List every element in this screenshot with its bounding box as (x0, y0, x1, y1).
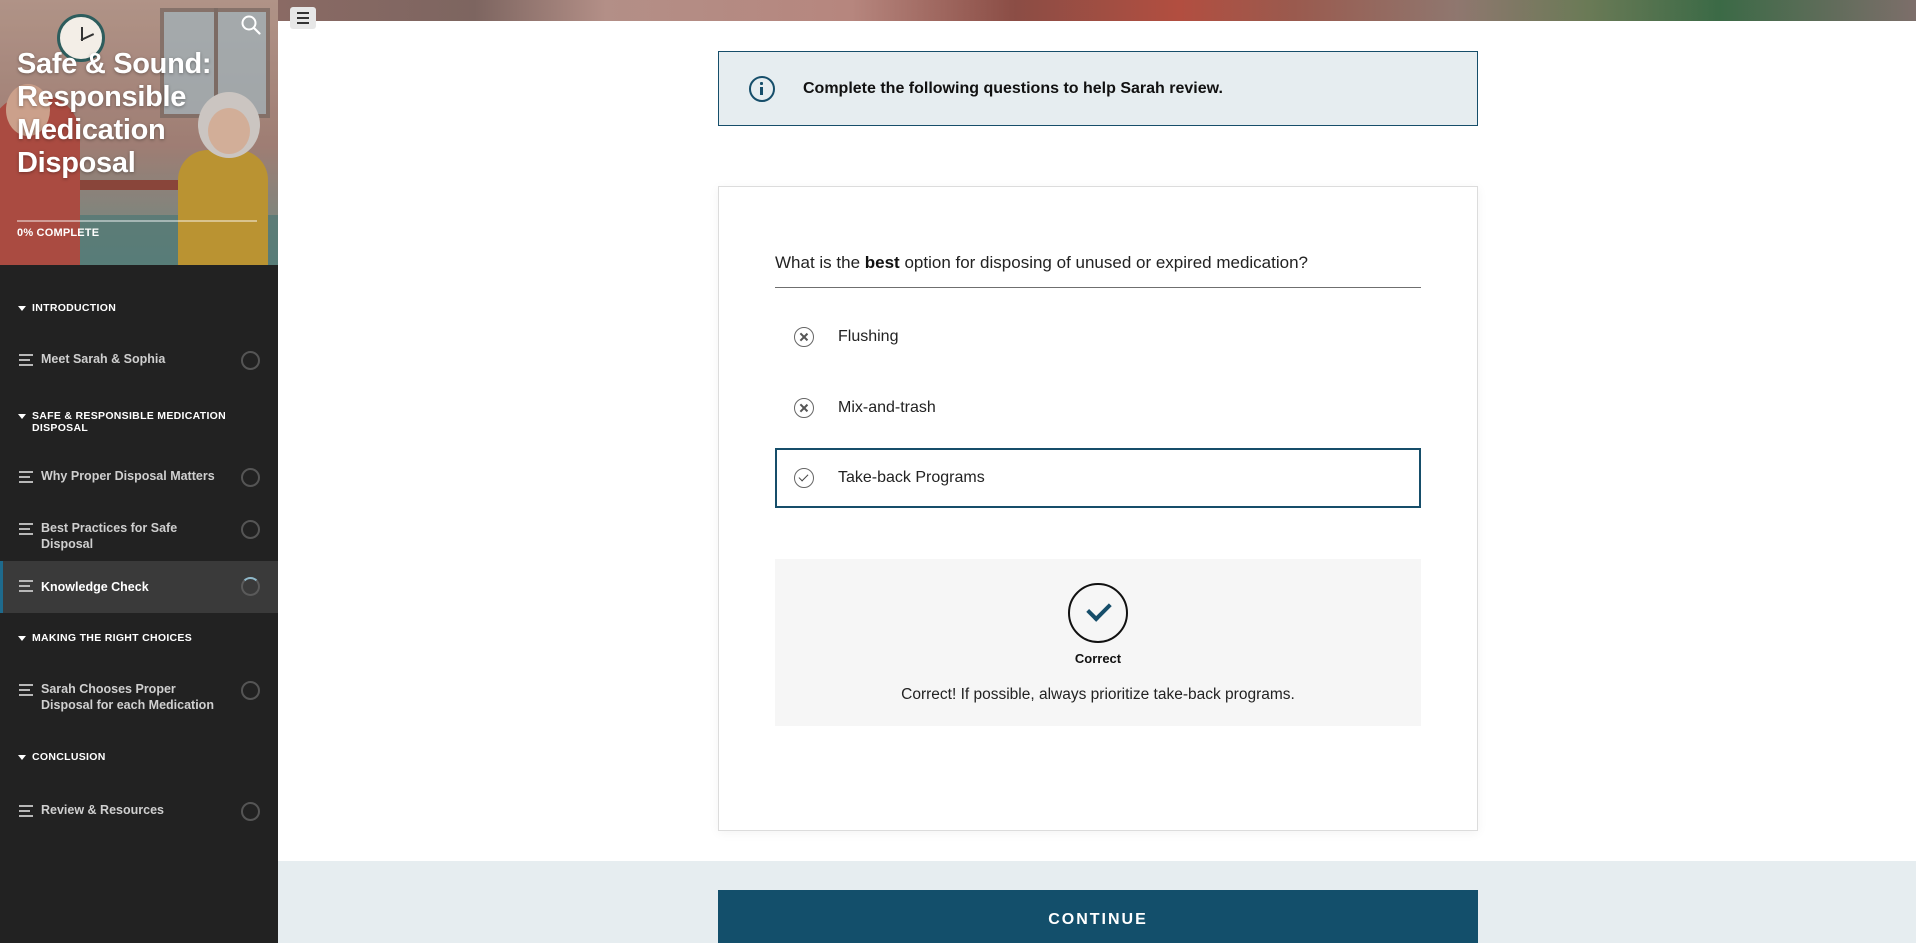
option-label: Take-back Programs (838, 469, 985, 486)
search-icon (241, 15, 261, 35)
question-text: What is the best option for disposing of… (775, 253, 1421, 288)
lesson-label: Knowledge Check (41, 580, 149, 594)
lesson-content: Complete the following questions to help… (278, 0, 1916, 943)
status-ring-icon (241, 577, 260, 596)
status-ring-icon (241, 351, 260, 370)
lesson-review-resources[interactable]: Review & Resources (0, 802, 278, 830)
continue-button[interactable]: CONTINUE (718, 890, 1478, 943)
lesson-label: Best Practices for Safe Disposal (41, 521, 178, 551)
lesson-label: Why Proper Disposal Matters (41, 469, 215, 483)
answer-feedback: Correct Correct! If possible, always pri… (775, 559, 1421, 726)
lesson-sarah-chooses[interactable]: Sarah Chooses Proper Disposal for each M… (0, 681, 278, 717)
answer-option-mix-and-trash[interactable]: Mix-and-trash (775, 378, 1421, 438)
progress-track (17, 220, 257, 222)
lesson-meet-sarah-sophia[interactable]: Meet Sarah & Sophia (0, 351, 278, 379)
toggle-sidebar-button[interactable] (290, 7, 316, 29)
hamburger-menu-icon (297, 12, 309, 14)
course-title: Safe & Sound: Responsible Medication Dis… (17, 48, 212, 179)
status-ring-icon (241, 681, 260, 700)
lesson-label: Sarah Chooses Proper Disposal for each M… (41, 682, 214, 712)
hamburger-line (297, 22, 309, 24)
section-making-right-choices[interactable]: MAKING THE RIGHT CHOICES (18, 632, 228, 644)
search-button[interactable] (240, 14, 262, 36)
progress-label: 0% COMPLETE (17, 227, 100, 239)
lesson-why-proper-disposal[interactable]: Why Proper Disposal Matters (0, 468, 278, 496)
question-text-end: option for disposing of unused or expire… (899, 253, 1308, 272)
feedback-title: Correct (1074, 651, 1122, 666)
section-safe-responsible-disposal[interactable]: SAFE & RESPONSIBLE MEDICATION DISPOSAL (18, 410, 228, 434)
lines-icon (19, 579, 33, 595)
question-emphasis: best (864, 253, 900, 272)
lesson-label: Review & Resources (41, 803, 164, 817)
status-ring-icon (241, 802, 260, 821)
check-circle-icon (794, 468, 814, 488)
lines-icon (19, 523, 33, 538)
option-label: Mix-and-trash (838, 399, 936, 416)
answer-option-flushing[interactable]: Flushing (775, 307, 1421, 367)
section-title: MAKING THE RIGHT CHOICES (32, 632, 193, 644)
lines-icon (19, 471, 33, 486)
course-progress: 0% COMPLETE (17, 220, 257, 239)
instruction-callout: Complete the following questions to help… (718, 51, 1478, 126)
lesson-knowledge-check[interactable]: Knowledge Check (0, 561, 278, 613)
lesson-label: Meet Sarah & Sophia (41, 352, 166, 366)
feedback-text: Correct! If possible, always prioritize … (901, 686, 1295, 703)
section-title: CONCLUSION (32, 751, 106, 763)
section-title: INTRODUCTION (32, 302, 117, 314)
lesson-best-practices[interactable]: Best Practices for Safe Disposal (0, 520, 278, 551)
lesson-banner-image (278, 0, 1916, 21)
status-ring-icon (241, 468, 260, 487)
hamburger-line (297, 17, 309, 19)
instruction-text: Complete the following questions to help… (803, 79, 1223, 97)
course-hero-image: Safe & Sound: Responsible Medication Dis… (0, 0, 278, 265)
lines-icon (19, 805, 33, 820)
question-text-start: What is the (775, 253, 865, 272)
answer-option-take-back-programs[interactable]: Take-back Programs (775, 448, 1421, 508)
course-sidebar: Safe & Sound: Responsible Medication Dis… (0, 0, 278, 943)
knowledge-check-card: What is the best option for disposing of… (718, 186, 1478, 831)
caret-down-icon (18, 755, 26, 760)
checkmark-icon (1068, 583, 1128, 643)
section-introduction[interactable]: INTRODUCTION (18, 302, 228, 314)
caret-down-icon (18, 636, 26, 641)
x-circle-icon (794, 327, 814, 347)
lines-icon (19, 684, 33, 699)
section-conclusion[interactable]: CONCLUSION (18, 751, 228, 763)
lines-icon (19, 354, 33, 369)
caret-down-icon (18, 306, 26, 311)
x-circle-icon (794, 398, 814, 418)
info-icon (749, 75, 775, 102)
status-ring-icon (241, 520, 260, 539)
option-label: Flushing (838, 328, 899, 345)
section-title: SAFE & RESPONSIBLE MEDICATION DISPOSAL (32, 410, 227, 434)
caret-down-icon (18, 414, 26, 419)
